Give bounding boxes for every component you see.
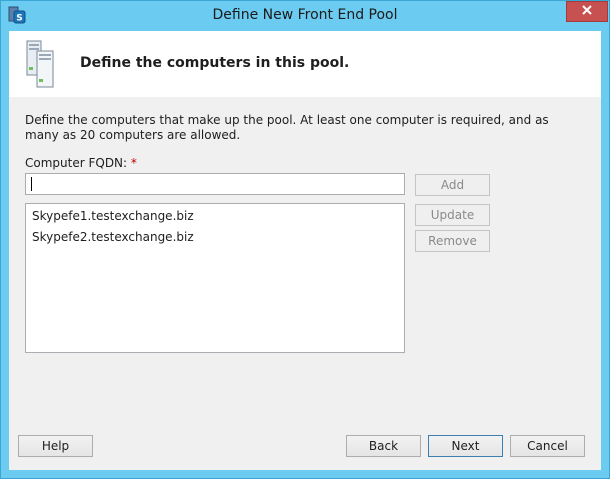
computer-list[interactable]: Skypefe1.testexchange.biz Skypefe2.teste… — [25, 203, 405, 353]
update-button[interactable]: Update — [415, 204, 490, 226]
back-button[interactable]: Back — [346, 435, 421, 457]
dialog-body: Define the computers in this pool. Defin… — [9, 31, 601, 470]
list-item[interactable]: Skypefe1.testexchange.biz — [26, 206, 404, 227]
close-icon — [581, 4, 593, 19]
fqdn-label-text: Computer FQDN: — [25, 156, 128, 170]
wizard-header: Define the computers in this pool. — [9, 31, 601, 97]
window-title: Define New Front End Pool — [212, 7, 398, 23]
required-marker: * — [130, 156, 137, 170]
remove-button[interactable]: Remove — [415, 230, 490, 252]
close-button[interactable] — [566, 1, 608, 22]
help-button[interactable]: Help — [18, 435, 93, 457]
fqdn-label: Computer FQDN: * — [25, 156, 137, 170]
server-pool-icon — [25, 39, 57, 89]
cancel-button[interactable]: Cancel — [510, 435, 585, 457]
page-heading: Define the computers in this pool. — [80, 55, 350, 71]
title-bar[interactable]: S Define New Front End Pool — [1, 1, 609, 31]
next-button[interactable]: Next — [428, 435, 503, 457]
dialog-window: S Define New Front End Pool Define the c… — [0, 0, 610, 479]
add-button[interactable]: Add — [415, 174, 490, 196]
text-caret — [31, 177, 32, 191]
instructions-text: Define the computers that make up the po… — [25, 113, 549, 142]
list-item[interactable]: Skypefe2.testexchange.biz — [26, 227, 404, 248]
computer-fqdn-input[interactable] — [25, 173, 405, 195]
